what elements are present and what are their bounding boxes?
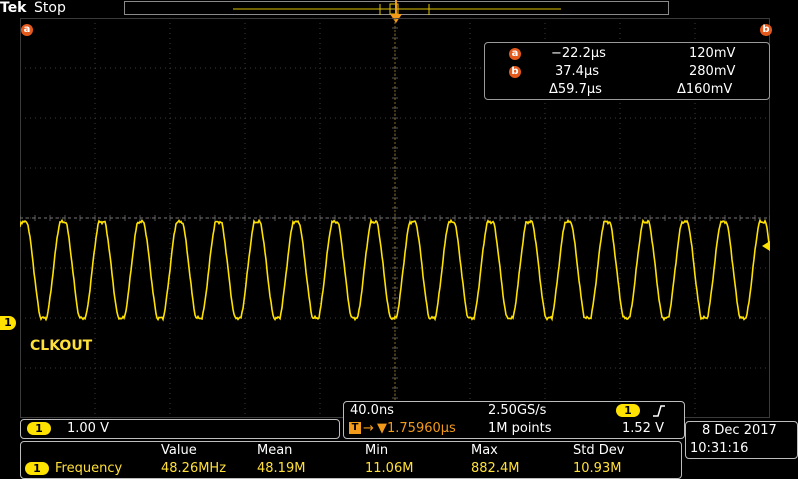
sample-rate: 2.50GS/s bbox=[488, 403, 547, 418]
cursor-a-time: −22.2µs bbox=[551, 46, 606, 61]
cursor-b-time: 37.4µs bbox=[555, 64, 599, 79]
rising-edge-icon bbox=[653, 405, 665, 417]
horizontal-settings-box[interactable]: 40.0ns 2.50GS/s 1 T → ▼1.75960µs 1M poin… bbox=[343, 401, 685, 439]
channel-scale: 1.00 V bbox=[67, 421, 109, 436]
trigger-position: ▼1.75960µs bbox=[377, 421, 456, 436]
header-max: Max bbox=[471, 443, 498, 458]
measurement-value: 48.26MHz bbox=[161, 461, 227, 476]
cursor-delta-time: Δ59.7µs bbox=[549, 82, 602, 97]
channel-1-ground-marker[interactable]: 1 bbox=[0, 316, 16, 330]
record-length: 1M points bbox=[488, 421, 552, 436]
measurement-min: 11.06M bbox=[365, 461, 414, 476]
measurement-name: Frequency bbox=[55, 461, 123, 476]
trigger-t-icon: T bbox=[349, 422, 361, 434]
trigger-level-icon[interactable] bbox=[760, 241, 770, 251]
cursor-a-volt: 120mV bbox=[689, 46, 736, 61]
trigger-channel-badge: 1 bbox=[616, 404, 640, 417]
cursor-delta-volt: Δ160mV bbox=[677, 82, 733, 97]
run-state: Stop bbox=[34, 0, 66, 16]
channel-scale-box[interactable]: 1 1.00 V bbox=[20, 419, 340, 439]
cursor-b-marker[interactable]: b bbox=[760, 24, 772, 36]
measurement-mean: 48.19M bbox=[257, 461, 306, 476]
trigger-arrow-icon: → bbox=[363, 421, 374, 436]
date: 8 Dec 2017 bbox=[702, 423, 777, 438]
cursor-b-label: b bbox=[509, 66, 521, 78]
cursor-readout: a −22.2µs 120mV b 37.4µs 280mV Δ59.7µs Δ… bbox=[484, 42, 770, 100]
channel-badge: 1 bbox=[27, 422, 51, 435]
channel-label: CLKOUT bbox=[30, 338, 93, 354]
trigger-level: 1.52 V bbox=[622, 421, 664, 436]
cursor-a-marker[interactable]: a bbox=[21, 24, 33, 36]
header-value: Value bbox=[161, 443, 197, 458]
measurement-max: 882.4M bbox=[471, 461, 520, 476]
cursor-b-volt: 280mV bbox=[689, 64, 736, 79]
time: 10:31:16 bbox=[690, 441, 749, 456]
measurement-panel[interactable]: Value Mean Min Max Std Dev 1 Frequency 4… bbox=[20, 441, 682, 479]
measurement-std-dev: 10.93M bbox=[573, 461, 622, 476]
header-min: Min bbox=[365, 443, 389, 458]
cursor-a-label: a bbox=[509, 48, 521, 60]
header-std-dev: Std Dev bbox=[573, 443, 625, 458]
measurement-channel-badge: 1 bbox=[25, 462, 49, 475]
date-time-box[interactable]: 8 Dec 2017 10:31:16 bbox=[685, 421, 798, 459]
header-mean: Mean bbox=[257, 443, 293, 458]
tek-logo: Tek bbox=[0, 0, 27, 16]
time-per-division: 40.0ns bbox=[350, 403, 394, 418]
